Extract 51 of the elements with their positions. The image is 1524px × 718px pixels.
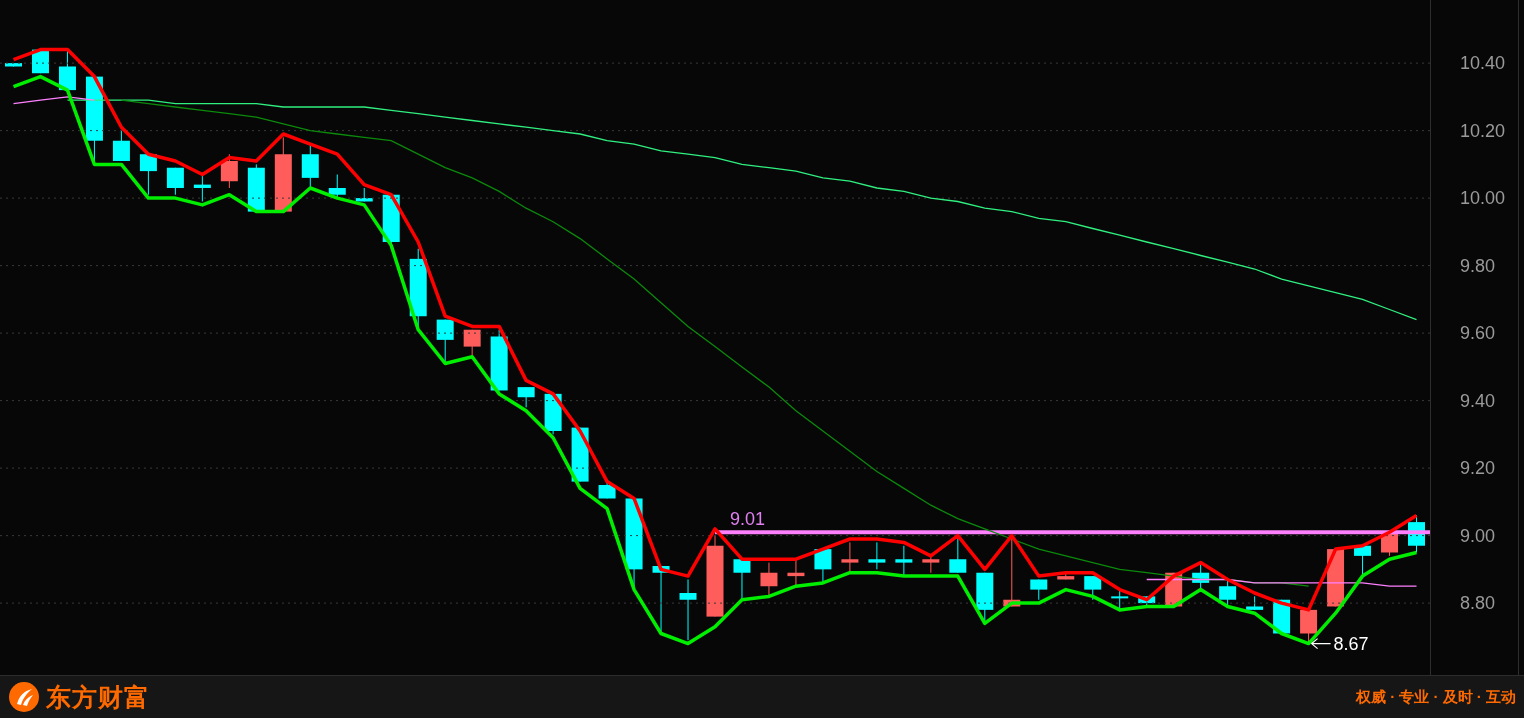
candlestick [1138,595,1156,607]
candlestick [895,545,913,577]
axis-label: 9.20 [1460,458,1496,479]
candlestick [193,174,211,202]
brand-name: 东方财富 [46,681,150,713]
candlestick [787,558,805,587]
candlestick [247,163,265,213]
candlestick [868,541,886,570]
candlestick [922,555,940,574]
candlestick [490,329,508,391]
candlestick [733,558,751,601]
candlestick [814,548,832,584]
slogan-text: 权威 · 专业 · 及时 · 互动 [1356,687,1516,707]
axis-label: 10.00 [1460,188,1506,209]
candlestick [1192,562,1210,591]
candlestick [436,319,454,364]
candlestick [679,579,697,641]
axis-label: 8.80 [1460,593,1496,614]
candlestick [5,62,22,67]
candlestick [1111,589,1129,611]
axis-label: 10.20 [1460,120,1506,141]
candlestick [139,153,157,196]
candlestick [598,481,616,499]
axis-label: 9.80 [1460,255,1496,276]
axis-label: 9.40 [1460,390,1496,411]
candlestick [301,143,319,189]
candlestick [1408,514,1425,553]
candlestick [1084,575,1102,601]
logo-icon [8,681,40,713]
candlestick [652,565,670,634]
candlestick [166,167,184,196]
price-label: 8.67 [1333,633,1369,654]
candlestick [1219,579,1237,607]
candlestick [1057,572,1075,580]
candlestick [1354,545,1372,577]
price-label: 9.01 [730,509,766,530]
candlestick [355,187,373,202]
candlestick [328,174,346,199]
candlestick [112,130,130,162]
candlestick [1030,579,1048,601]
candlestick [463,329,481,358]
candlestick [841,541,859,574]
candlestick [517,386,535,408]
candlestick [760,562,778,597]
axis-label: 9.00 [1460,525,1496,546]
candlestick [220,153,238,189]
axis-label: 9.60 [1460,323,1496,344]
axis-label: 10.40 [1460,53,1506,74]
candlestick [1246,595,1264,611]
arrow-icon [1310,638,1332,650]
candlestick [58,49,76,91]
